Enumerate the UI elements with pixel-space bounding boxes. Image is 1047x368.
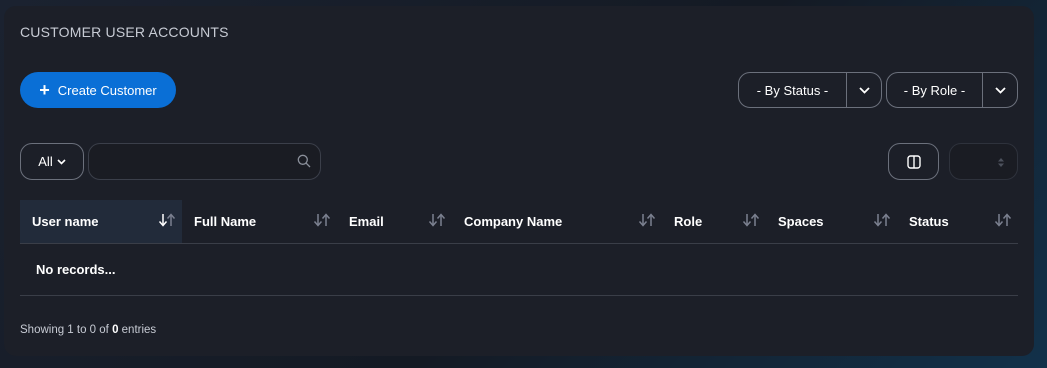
- role-filter-toggle[interactable]: [982, 73, 1017, 107]
- empty-table-message: No records...: [20, 244, 1018, 296]
- column-header-company-name[interactable]: Company Name: [452, 200, 662, 243]
- sort-arrows-icon: [428, 213, 446, 227]
- spinner-arrows-icon[interactable]: [997, 157, 1005, 168]
- table-info-prefix: Showing 1 to 0 of: [20, 324, 113, 336]
- sort-arrows-icon: [873, 213, 891, 227]
- role-filter-label[interactable]: - By Role -: [887, 73, 982, 107]
- status-filter-toggle[interactable]: [846, 73, 881, 107]
- chevron-down-icon: [57, 158, 66, 165]
- column-header-user-name[interactable]: User name: [20, 200, 182, 243]
- search-input[interactable]: [89, 144, 320, 179]
- columns-icon: [906, 154, 921, 169]
- page-size-input[interactable]: [949, 143, 1018, 180]
- sort-arrows-icon: [994, 213, 1012, 227]
- column-header-full-name[interactable]: Full Name: [182, 200, 337, 243]
- sort-arrows-icon: [158, 213, 176, 227]
- chevron-down-icon: [858, 86, 870, 94]
- column-header-spaces[interactable]: Spaces: [766, 200, 897, 243]
- column-visibility-button[interactable]: [888, 143, 939, 180]
- table-info-suffix: entries: [118, 324, 157, 336]
- role-filter[interactable]: - By Role -: [886, 72, 1018, 108]
- search-icon[interactable]: [297, 154, 311, 168]
- column-header-status[interactable]: Status: [897, 200, 1018, 243]
- table-info: Showing 1 to 0 of 0 entries: [20, 324, 156, 336]
- sort-arrows-icon: [638, 213, 656, 227]
- create-customer-button[interactable]: + Create Customer: [20, 72, 176, 108]
- status-filter[interactable]: - By Status -: [738, 72, 882, 108]
- status-filter-label[interactable]: - By Status -: [739, 73, 846, 107]
- create-customer-label: Create Customer: [57, 82, 157, 98]
- customer-accounts-card: CUSTOMER USER ACCOUNTS + Create Customer…: [4, 6, 1034, 356]
- plus-icon: +: [39, 79, 50, 100]
- table-header: User name Full Name Email Company Name R…: [20, 200, 1018, 244]
- column-header-role[interactable]: Role: [662, 200, 766, 243]
- search-field[interactable]: [88, 143, 321, 180]
- column-header-email[interactable]: Email: [337, 200, 452, 243]
- sort-arrows-icon: [742, 213, 760, 227]
- search-scope-label: All: [38, 154, 53, 169]
- page-title: CUSTOMER USER ACCOUNTS: [20, 24, 229, 40]
- search-scope-dropdown[interactable]: All: [20, 143, 84, 180]
- sort-arrows-icon: [313, 213, 331, 227]
- chevron-down-icon: [994, 86, 1006, 94]
